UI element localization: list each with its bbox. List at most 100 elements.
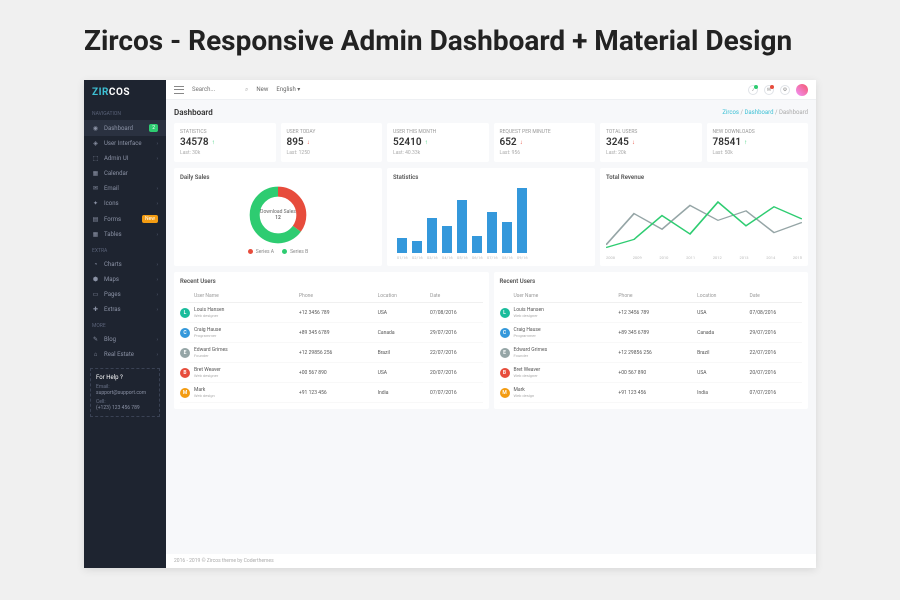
brand[interactable]: ZIRCOS	[84, 80, 166, 105]
help-cell[interactable]: (+123) 123 456 789	[96, 405, 154, 411]
avatar: C	[180, 328, 190, 338]
stat-label: NEW DOWNLOADS	[713, 129, 803, 135]
avatar[interactable]	[796, 84, 808, 96]
statistics-card: Statistics 01/1602/1603/1604/1605/1606/1…	[387, 168, 595, 266]
x-tick: 2010	[659, 255, 668, 260]
user-location: India	[697, 390, 749, 396]
sidebar-item-blog[interactable]: ✎Blog›	[84, 332, 166, 347]
th-name: User Name	[514, 293, 619, 299]
sidebar-section-nav: NAVIGATION	[84, 105, 166, 120]
help-box: For Help ? Email: support@support.com Ce…	[90, 368, 160, 417]
layers-icon: ◈	[92, 140, 99, 147]
search-icon[interactable]: ⌕	[245, 86, 248, 94]
chevron-right-icon: ›	[156, 232, 158, 238]
sidebar-label: Icons	[104, 200, 119, 207]
badge-count: 2	[149, 124, 158, 132]
sidebar-item-ui[interactable]: ◈User Interface›	[84, 136, 166, 151]
avatar: M	[180, 388, 190, 398]
messages-icon[interactable]: ✉	[764, 85, 774, 95]
crumb-a[interactable]: Zircos	[722, 109, 739, 116]
user-location: India	[378, 390, 430, 396]
help-email[interactable]: support@support.com	[96, 390, 154, 396]
x-tick: 2011	[686, 255, 695, 260]
avatar: L	[500, 308, 510, 318]
user-role: Web designer	[194, 313, 299, 318]
recent-users-table-right: Recent Users User NamePhoneLocationDate …	[494, 272, 809, 409]
table-row[interactable]: BBret WeaverWeb designer+00 567 890USA20…	[500, 363, 803, 383]
sidebar-item-email[interactable]: ✉Email›	[84, 181, 166, 196]
sidebar-label: Admin UI	[104, 155, 128, 162]
table-row[interactable]: LLouis HansenWeb designer+12 3456 789USA…	[500, 303, 803, 323]
table-row[interactable]: CCraig HauseProgrammer+89 345 6789Canada…	[500, 323, 803, 343]
table-row[interactable]: LLouis HansenWeb designer+12 3456 789USA…	[180, 303, 483, 323]
table-row[interactable]: EEdward GrimesFounder+12 29856 256Brazil…	[500, 343, 803, 363]
map-icon: ⬢	[92, 276, 99, 283]
sidebar: ZIRCOS NAVIGATION ◉Dashboard2 ◈User Inte…	[84, 80, 166, 568]
page-title: Dashboard	[174, 108, 213, 117]
sidebar-item-charts[interactable]: ◔Charts›	[84, 257, 166, 272]
sidebar-label: Maps	[104, 276, 119, 283]
sidebar-label: Tables	[104, 231, 122, 238]
stat-label: USER TODAY	[287, 129, 377, 135]
chevron-right-icon: ›	[156, 201, 158, 207]
sidebar-section-extra: EXTRA	[84, 242, 166, 257]
sidebar-item-realestate[interactable]: ⌂Real Estate›	[84, 347, 166, 362]
search-input[interactable]	[192, 86, 242, 93]
avatar: L	[180, 308, 190, 318]
bar	[442, 226, 452, 253]
sidebar-item-extras[interactable]: ✚Extras›	[84, 302, 166, 317]
bar	[502, 222, 512, 253]
x-tick: 2008	[606, 255, 615, 260]
sidebar-label: Charts	[104, 261, 122, 268]
language-dropdown[interactable]: English ▾	[276, 86, 300, 93]
notification-icon[interactable]: ♪	[748, 85, 758, 95]
x-tick: 2014	[766, 255, 775, 260]
sidebar-item-admin[interactable]: ⬚Admin UI›	[84, 151, 166, 166]
revenue-card: Total Revenue 20082009201020112012201320…	[600, 168, 808, 266]
sidebar-item-icons[interactable]: ✦ Icons ›	[84, 196, 166, 211]
table-row[interactable]: MMarkWeb design+91 123 456India07/07/201…	[500, 383, 803, 403]
stat-card: TOTAL USERS3245↓Last: 20k	[600, 123, 702, 162]
sidebar-item-dashboard[interactable]: ◉Dashboard2	[84, 120, 166, 136]
chevron-right-icon: ›	[156, 186, 158, 192]
x-tick: 01/16	[397, 255, 407, 260]
line-chart	[606, 185, 802, 253]
sidebar-item-forms[interactable]: ▤FormsNew	[84, 211, 166, 227]
settings-icon[interactable]: ⚙	[780, 85, 790, 95]
user-date: 22/07/2016	[430, 350, 482, 356]
table-row[interactable]: CCraig HauseProgrammer+89 345 6789Canada…	[180, 323, 483, 343]
user-location: Canada	[697, 330, 749, 336]
table-row[interactable]: BBret WeaverWeb designer+00 567 890USA20…	[180, 363, 483, 383]
avatar: M	[500, 388, 510, 398]
arrow-dn-icon: ↓	[520, 139, 523, 146]
page-icon: ▭	[92, 291, 99, 298]
table-row[interactable]: MMarkWeb design+91 123 456India07/07/201…	[180, 383, 483, 403]
lang-label: English	[276, 86, 295, 93]
sidebar-item-calendar[interactable]: ▦Calendar	[84, 166, 166, 181]
stat-sub: Last: 20k	[606, 150, 696, 156]
bar	[412, 241, 422, 253]
star-icon: ✦	[92, 200, 99, 207]
sidebar-item-maps[interactable]: ⬢Maps›	[84, 272, 166, 287]
admin-icon: ⬚	[92, 155, 99, 162]
stat-sub: Last: 1250	[287, 150, 377, 156]
legend-a: Series A	[248, 249, 274, 255]
user-role: Web designer	[514, 313, 619, 318]
crumb-b[interactable]: Dashboard	[744, 109, 773, 116]
sidebar-item-pages[interactable]: ▭Pages›	[84, 287, 166, 302]
th-phone: Phone	[618, 293, 697, 299]
line-series	[606, 202, 802, 248]
stat-value: 52410↑	[393, 137, 483, 148]
sidebar-label: Pages	[104, 291, 121, 298]
sidebar-item-tables[interactable]: ▦Tables›	[84, 227, 166, 242]
new-button[interactable]: New	[256, 86, 268, 93]
sidebar-label: Dashboard	[104, 125, 133, 132]
menu-icon[interactable]	[174, 86, 184, 94]
stat-value: 3245↓	[606, 137, 696, 148]
th-name: User Name	[194, 293, 299, 299]
donut-value: 12	[275, 215, 281, 221]
table-row[interactable]: EEdward GrimesFounder+12 29856 256Brazil…	[180, 343, 483, 363]
calendar-icon: ▦	[92, 170, 99, 177]
x-tick: 06/16	[472, 255, 482, 260]
user-phone: +00 567 890	[618, 370, 697, 376]
